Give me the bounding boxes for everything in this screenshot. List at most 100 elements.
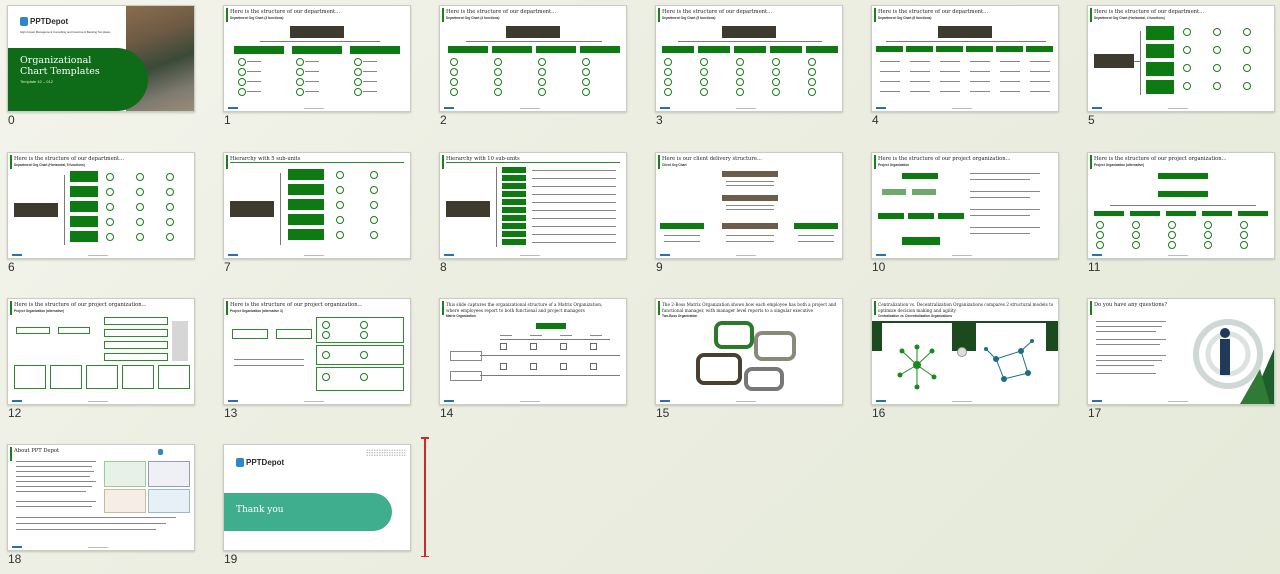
cover-template-label: Template 42 – 012	[20, 79, 53, 84]
slide-subtitle: Department Org Chart (5 functions)	[662, 16, 716, 20]
slide-preview[interactable]: About PPT Depot	[7, 444, 195, 551]
slide-title: Here is the structure of our department.…	[1094, 9, 1205, 15]
slide-preview[interactable]: Here is the structure of our project org…	[871, 152, 1059, 259]
slide-number: 19	[224, 552, 238, 566]
slide-number: 0	[8, 113, 15, 127]
slide-title: Centralization vs. Decentralization Orga…	[878, 302, 1054, 313]
slide-number: 12	[8, 406, 22, 420]
slide-preview[interactable]: This slide captures the organizational s…	[439, 298, 627, 405]
slide-preview[interactable]: PPTDepot High-Impact Management Consulti…	[7, 5, 195, 112]
thank-you-text: Thank you	[236, 505, 284, 515]
slide-preview[interactable]: Centralization vs. Decentralization Orga…	[871, 298, 1059, 405]
slide-number: 16	[872, 406, 886, 420]
slide-thumbnail[interactable]: Here is the structure of our project org…	[0, 293, 200, 428]
slide-number: 3	[656, 113, 663, 127]
slide-subtitle: Department Org Chart (3 functions)	[230, 16, 284, 20]
slide-thumbnail[interactable]: Centralization vs. Decentralization Orga…	[864, 293, 1064, 428]
slide-thumbnail[interactable]: Here is the structure of our department.…	[432, 0, 632, 135]
slide-preview[interactable]: Here is the structure of our department.…	[871, 5, 1059, 112]
slide-preview[interactable]: Do you have any questions?	[1087, 298, 1275, 405]
slide-title: This slide captures the organizational s…	[446, 302, 603, 313]
closing-brand: PPTDepot	[246, 458, 285, 467]
slide-thumbnail[interactable]: Hierarchy with 5 sub-units 7	[216, 147, 416, 282]
slide-number: 8	[440, 260, 447, 274]
slide-thumbnail[interactable]: Here is the structure of our project org…	[864, 147, 1064, 282]
slide-preview[interactable]: Hierarchy with 10 sub-units	[439, 152, 627, 259]
slide-number: 5	[1088, 113, 1095, 127]
slide-thumbnail[interactable]: About PPT Depot 18	[0, 439, 200, 574]
slide-thumbnail[interactable]: Here is the structure of our department.…	[1080, 0, 1280, 135]
slide-preview[interactable]: Here is our client delivery structure...…	[655, 152, 843, 259]
slide-thumbnail[interactable]: PPTDepot Thank you 19	[216, 439, 416, 574]
slide-title: Here is the structure of our department.…	[878, 9, 989, 15]
slide-title: Here is the structure of our project org…	[230, 302, 363, 308]
slide-number: 13	[224, 406, 238, 420]
slide-title: Here is the structure of our department.…	[230, 9, 341, 15]
slide-number: 17	[1088, 406, 1102, 420]
slide-subtitle: Project Organization (alternative 3)	[230, 309, 283, 313]
slide-title: Here is the structure of our department.…	[662, 9, 773, 15]
slide-sorter-grid: PPTDepot High-Impact Management Consulti…	[0, 0, 1280, 574]
slide-subtitle: Project Organization (alternative)	[1094, 163, 1145, 167]
slide-number: 6	[8, 260, 15, 274]
slide-thumbnail[interactable]: Here is the structure of our department.…	[864, 0, 1064, 135]
centralization-network-icon	[897, 344, 937, 390]
slide-preview[interactable]: Here is the structure of our department.…	[1087, 5, 1275, 112]
slide-preview[interactable]: Here is the structure of our project org…	[1087, 152, 1275, 259]
slide-number: 4	[872, 113, 879, 127]
slide-title: The 2-Boss Matrix Organization shows how…	[662, 302, 837, 313]
slide-title: About PPT Depot	[14, 448, 60, 454]
slide-title: Here is the structure of our project org…	[1094, 156, 1227, 162]
slide-preview[interactable]: Here is the structure of our project org…	[223, 298, 411, 405]
slide-number: 11	[1088, 260, 1101, 274]
cover-heading: Organizational Chart Templates	[20, 55, 100, 77]
slide-number: 7	[224, 260, 231, 274]
slide-thumbnail[interactable]: Here is the structure of our department.…	[216, 0, 416, 135]
slide-thumbnail[interactable]: The 2-Boss Matrix Organization shows how…	[648, 293, 848, 428]
slide-preview[interactable]: Hierarchy with 5 sub-units	[223, 152, 411, 259]
slide-subtitle: Matrix Organization	[446, 314, 476, 318]
slide-title: Here is the structure of our project org…	[14, 302, 147, 308]
slide-subtitle: Project Organization (alternative)	[14, 309, 65, 313]
cover-brand: PPTDepot	[30, 17, 69, 26]
question-illustration	[1193, 319, 1274, 404]
slide-preview[interactable]: Here is the structure of our department.…	[7, 152, 195, 259]
slide-preview[interactable]: The 2-Boss Matrix Organization shows how…	[655, 298, 843, 405]
slide-title: Here is our client delivery structure...	[662, 156, 762, 162]
slide-thumbnail[interactable]: Here is the structure of our project org…	[1080, 147, 1280, 282]
slide-subtitle: Client Org Chart	[662, 163, 687, 167]
slide-subtitle: Two-Boss Organization	[662, 314, 698, 318]
slide-thumbnail[interactable]: Here is the structure of our department.…	[0, 147, 200, 282]
slide-thumbnail[interactable]: Here is the structure of our department.…	[648, 0, 848, 135]
slide-subtitle: Project Organization	[878, 163, 910, 167]
slide-title: Do you have any questions?	[1094, 302, 1168, 308]
slide-thumbnail[interactable]: PPTDepot High-Impact Management Consulti…	[0, 0, 200, 135]
slide-preview[interactable]: Here is the structure of our department.…	[655, 5, 843, 112]
slide-title: Here is the structure of our department.…	[14, 156, 125, 162]
ppt-depot-logo-icon	[236, 458, 244, 467]
slide-thumbnail[interactable]: Do you have any questions? 17	[1080, 293, 1280, 428]
slide-subtitle: Department Org Chart (Horizontal, 5 func…	[14, 163, 85, 167]
ppt-depot-logo-icon	[158, 449, 163, 455]
ppt-depot-logo-icon	[20, 17, 28, 26]
slide-number: 14	[440, 406, 454, 420]
slide-subtitle: Department Org Chart (4 functions)	[446, 16, 500, 20]
slide-subtitle: Department Org Chart (6 functions)	[878, 16, 932, 20]
slide-preview[interactable]: Here is the structure of our department.…	[439, 5, 627, 112]
slide-title: Here is the structure of our project org…	[878, 156, 1011, 162]
slide-thumbnail[interactable]: Hierarchy with 10 sub-units 8	[432, 147, 632, 282]
slide-preview[interactable]: PPTDepot Thank you	[223, 444, 411, 551]
slide-subtitle: Centralization vs. Decentralization Orga…	[878, 314, 953, 318]
slide-number: 10	[872, 260, 886, 274]
slide-number: 18	[8, 552, 22, 566]
slide-subtitle: Department Org Chart (Horizontal, 4 func…	[1094, 16, 1165, 20]
slide-thumbnail[interactable]: Here is the structure of our project org…	[216, 293, 416, 428]
slide-title: Here is the structure of our department.…	[446, 9, 557, 15]
slide-preview[interactable]: Here is the structure of our project org…	[7, 298, 195, 405]
insertion-cursor	[421, 437, 429, 557]
slide-preview[interactable]: Here is the structure of our department.…	[223, 5, 411, 112]
slide-thumbnail[interactable]: Here is our client delivery structure...…	[648, 147, 848, 282]
slide-number: 2	[440, 113, 447, 127]
slide-thumbnail[interactable]: This slide captures the organizational s…	[432, 293, 632, 428]
slide-number: 9	[656, 260, 663, 274]
